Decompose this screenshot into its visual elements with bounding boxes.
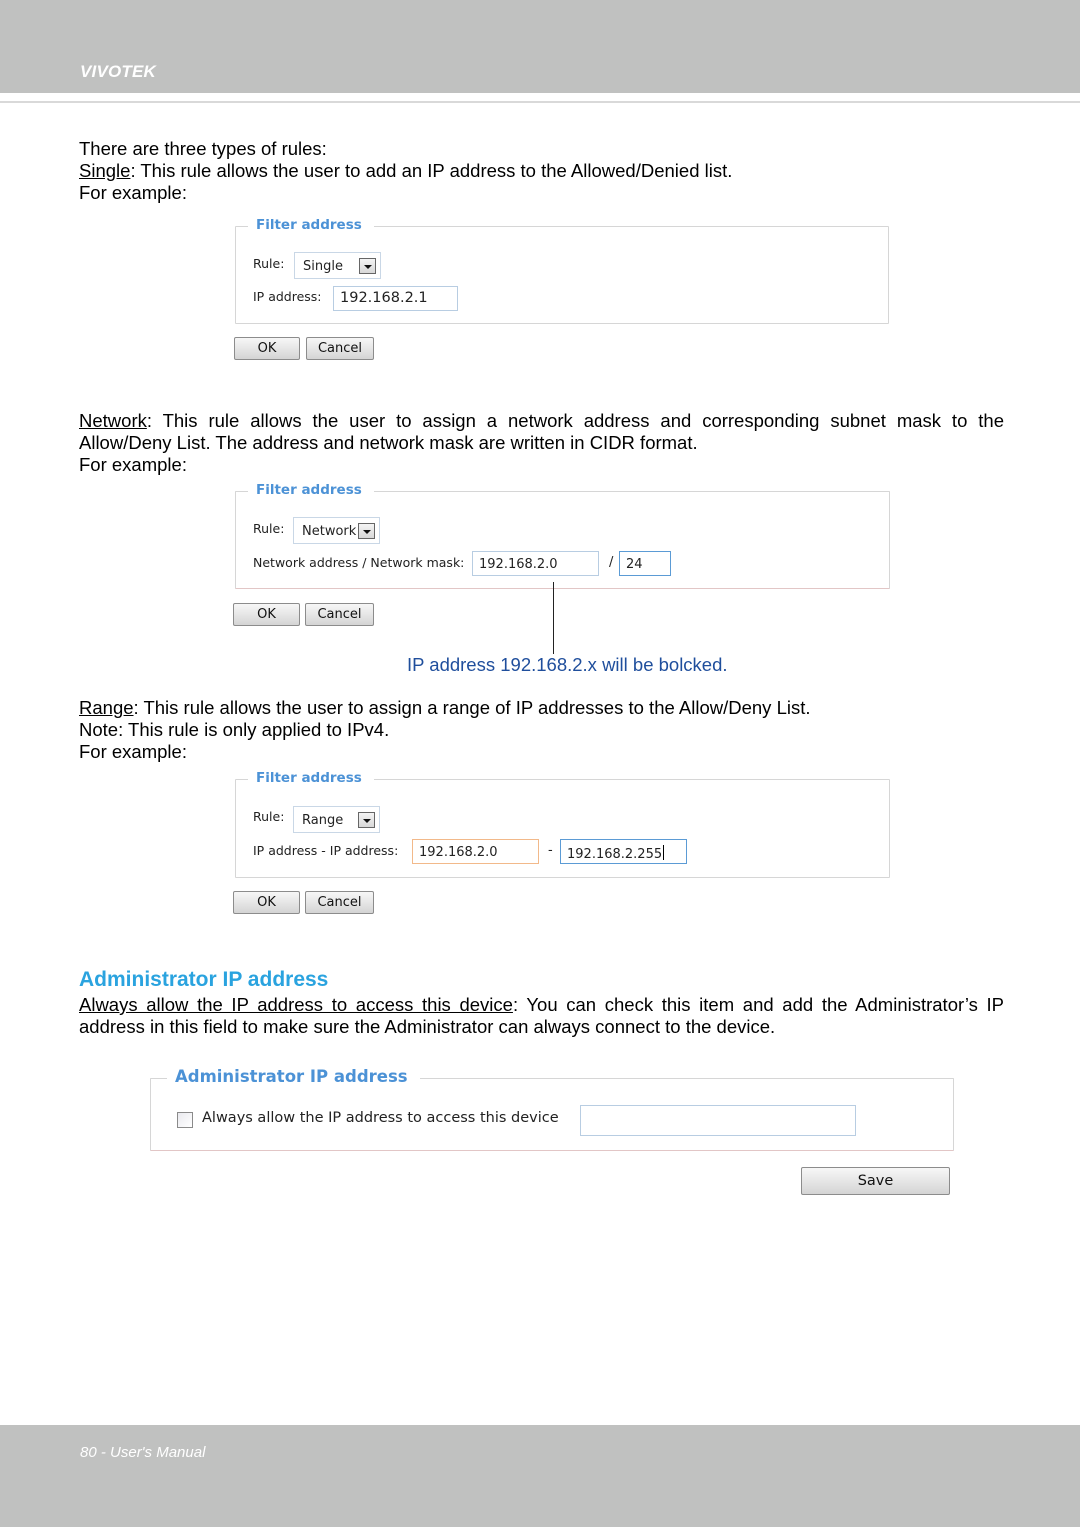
rule-select-value: Single <box>303 259 343 274</box>
range-note: Note: This rule is only applied to IPv4. <box>79 719 390 740</box>
header-bar <box>0 0 1080 93</box>
network-mask-input[interactable]: 24 <box>619 551 671 576</box>
fieldset-legend: Administrator IP address <box>167 1067 420 1086</box>
fieldset-legend: Filter address <box>248 482 374 498</box>
range-end-input[interactable]: 192.168.2.255 <box>560 839 687 864</box>
ip-address-label: IP address: <box>253 289 322 304</box>
rule-select[interactable]: Single <box>294 252 381 279</box>
single-rule-description: Single: This rule allows the user to add… <box>79 160 1004 182</box>
single-desc: : This rule allows the user to add an IP… <box>130 160 733 181</box>
rule-select[interactable]: Range <box>293 806 380 833</box>
network-term: Network <box>79 410 147 431</box>
always-allow-checkbox[interactable] <box>177 1112 193 1128</box>
rule-label: Rule: <box>253 809 285 824</box>
section-title: Administrator IP address <box>79 968 329 991</box>
admin-description: Always allow the IP address to access th… <box>79 994 1004 1038</box>
range-start-input[interactable]: 192.168.2.0 <box>412 839 539 864</box>
intro-line: There are three types of rules: <box>79 138 327 159</box>
range-term: Range <box>79 697 134 718</box>
ok-button[interactable]: OK <box>233 603 300 626</box>
network-address-input[interactable]: 192.168.2.0 <box>472 551 599 576</box>
rule-label: Rule: <box>253 256 285 271</box>
chevron-down-icon[interactable] <box>359 258 376 274</box>
range-rule-description: Range: This rule allows the user to assi… <box>79 697 1004 719</box>
range-separator: - <box>548 843 553 858</box>
brand-logo: VIVOTEK <box>80 62 157 81</box>
network-rule-text: Network: This rule allows the user to as… <box>79 410 1004 476</box>
range-rule-text: Range: This rule allows the user to assi… <box>79 697 1004 763</box>
save-button[interactable]: Save <box>801 1167 950 1195</box>
fieldset-legend: Filter address <box>248 217 374 233</box>
cancel-button[interactable]: Cancel <box>305 603 374 626</box>
admin-term: Always allow the IP address to access th… <box>79 994 513 1015</box>
for-example-label: For example: <box>79 182 187 203</box>
callout-text: IP address 192.168.2.x will be bolcked. <box>407 654 728 675</box>
ip-address-input[interactable]: 192.168.2.1 <box>333 286 458 311</box>
for-example-label: For example: <box>79 741 187 762</box>
ok-button[interactable]: OK <box>234 337 300 360</box>
ip-range-label: IP address - IP address: <box>253 843 399 858</box>
single-term: Single <box>79 160 131 181</box>
range-end-value: 192.168.2.255 <box>567 847 663 862</box>
always-allow-label: Always allow the IP address to access th… <box>202 1110 559 1126</box>
page-number: 80 - User's Manual <box>80 1444 206 1461</box>
fieldset-legend: Filter address <box>248 770 374 786</box>
network-desc: : This rule allows the user to assign a … <box>79 410 1004 453</box>
mask-separator: / <box>609 555 614 570</box>
rule-select[interactable]: Network <box>293 517 380 544</box>
rule-label: Rule: <box>253 521 285 536</box>
rule-select-value: Range <box>302 813 344 828</box>
network-address-label: Network address / Network mask: <box>253 555 465 570</box>
callout-line <box>553 582 554 654</box>
chevron-down-icon[interactable] <box>358 812 375 828</box>
text-caret <box>663 845 665 860</box>
network-rule-description: Network: This rule allows the user to as… <box>79 410 1004 454</box>
header-divider <box>0 101 1080 103</box>
footer-bar <box>0 1425 1080 1527</box>
range-desc: : This rule allows the user to assign a … <box>133 697 811 718</box>
intro-text: There are three types of rules: Single: … <box>79 138 1004 204</box>
for-example-label: For example: <box>79 454 187 475</box>
chevron-down-icon[interactable] <box>358 523 375 539</box>
admin-ip-input[interactable] <box>580 1105 856 1136</box>
cancel-button[interactable]: Cancel <box>305 891 374 914</box>
ok-button[interactable]: OK <box>233 891 300 914</box>
cancel-button[interactable]: Cancel <box>306 337 374 360</box>
rule-select-value: Network <box>302 524 357 539</box>
